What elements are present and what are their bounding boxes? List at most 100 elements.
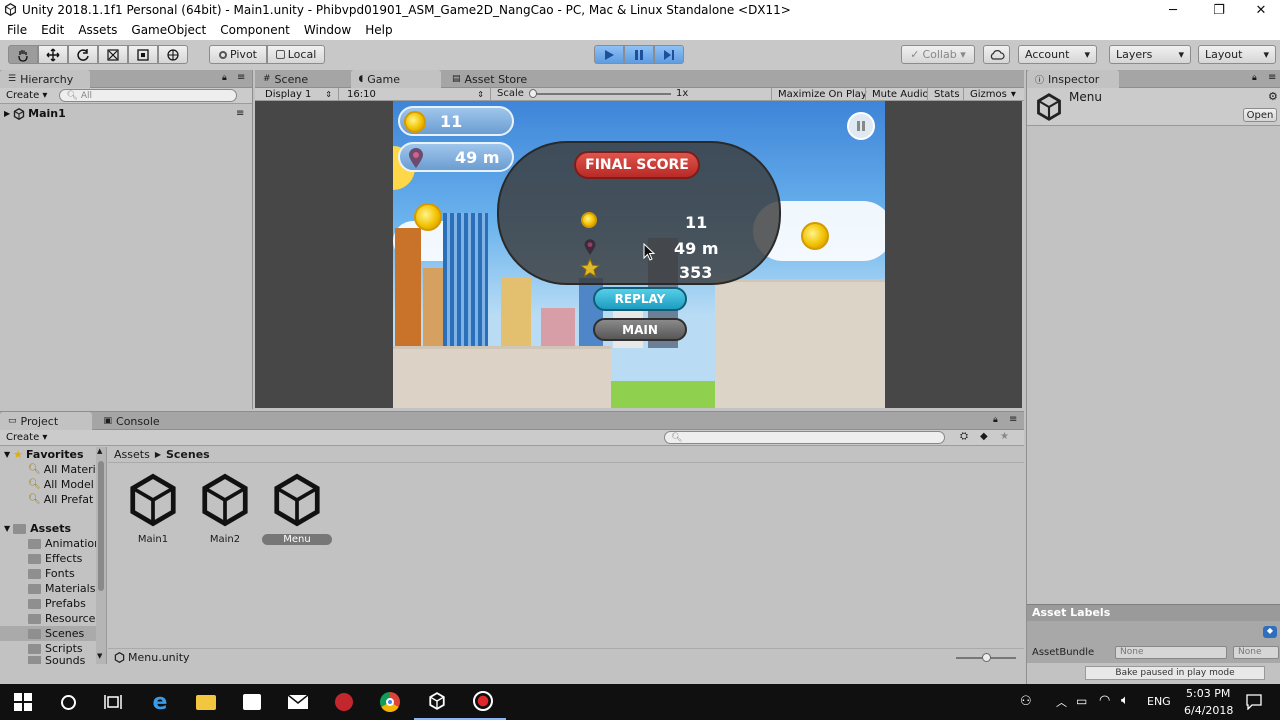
main-button[interactable]: MAIN: [593, 318, 687, 341]
aspect-dropdown[interactable]: 16:10 ⇕: [341, 88, 491, 100]
scrollbar-thumb[interactable]: [98, 461, 104, 591]
folder-row[interactable]: Effects: [0, 551, 106, 566]
pivot-toggle[interactable]: Pivot: [209, 45, 267, 64]
transform-tool-button[interactable]: [158, 45, 188, 64]
folder-row[interactable]: Animation: [0, 536, 106, 551]
rect-tool-button[interactable]: [128, 45, 158, 64]
tab-inspector[interactable]: ⓘ Inspector: [1027, 70, 1119, 88]
store-button[interactable]: [229, 684, 275, 720]
folder-row[interactable]: Materials: [0, 581, 106, 596]
step-button[interactable]: [654, 45, 684, 64]
icon-size-slider-handle[interactable]: [982, 653, 991, 662]
move-tool-button[interactable]: [38, 45, 68, 64]
breadcrumb-assets[interactable]: Assets: [114, 448, 150, 461]
scale-tool-button[interactable]: [98, 45, 128, 64]
clock-date[interactable]: 6/4/2018: [1184, 704, 1233, 717]
panel-menu-icon[interactable]: ≡: [1268, 72, 1276, 83]
folder-row[interactable]: Prefabs: [0, 596, 106, 611]
start-button[interactable]: [0, 684, 46, 720]
file-explorer-button[interactable]: [183, 684, 229, 720]
asset-variant-dropdown[interactable]: None: [1233, 646, 1279, 659]
menu-file[interactable]: File: [7, 23, 27, 37]
folder-row[interactable]: Fonts: [0, 566, 106, 581]
scale-slider-track[interactable]: [531, 93, 671, 95]
favorite-item[interactable]: 🔍︎ All Prefat: [0, 492, 106, 507]
favorites-row[interactable]: ▼ ★ Favorites: [0, 447, 106, 462]
layers-dropdown[interactable]: Layers ▾: [1109, 45, 1191, 64]
chrome-button[interactable]: [367, 684, 413, 720]
tab-asset-store[interactable]: ▤ Asset Store: [444, 70, 544, 88]
folder-row[interactable]: Resource: [0, 611, 106, 626]
gizmos-dropdown[interactable]: Gizmos ▾: [963, 88, 1022, 100]
close-button[interactable]: ✕: [1238, 0, 1280, 20]
lock-icon[interactable]: 🔒︎: [1252, 73, 1257, 83]
tab-scene[interactable]: # Scene: [255, 70, 347, 88]
clock-time[interactable]: 5:03 PM: [1186, 687, 1230, 700]
chevron-up-icon[interactable]: ︿: [1056, 694, 1067, 710]
filter-label-icon[interactable]: ◆: [980, 431, 988, 442]
edge-browser-button[interactable]: e: [137, 684, 183, 720]
play-button[interactable]: [594, 45, 624, 64]
account-dropdown[interactable]: Account ▾: [1018, 45, 1097, 64]
cloud-button[interactable]: [983, 45, 1010, 64]
folder-row[interactable]: Scripts: [0, 641, 106, 656]
asset-item[interactable]: Main1: [118, 472, 188, 545]
unity-taskbar-button[interactable]: [414, 684, 460, 720]
scroll-up-icon[interactable]: ▲: [97, 447, 102, 455]
pause-button[interactable]: [624, 45, 654, 64]
asset-bundle-dropdown[interactable]: None: [1115, 646, 1227, 659]
menu-help[interactable]: Help: [365, 23, 392, 37]
notification-icon[interactable]: [1246, 694, 1262, 710]
game-app-button[interactable]: [321, 684, 367, 720]
stats-toggle[interactable]: Stats: [927, 88, 966, 100]
pause-game-button[interactable]: [847, 112, 875, 140]
asset-item-selected[interactable]: Menu: [262, 472, 332, 545]
favorite-item[interactable]: 🔍︎ All Materi: [0, 462, 106, 477]
breadcrumb-scenes[interactable]: Scenes: [166, 448, 210, 461]
mail-button[interactable]: [275, 684, 321, 720]
hierarchy-search-input[interactable]: 🔍︎ All: [59, 89, 238, 102]
tab-console[interactable]: ▣ Console: [96, 412, 186, 430]
rotate-tool-button[interactable]: [68, 45, 98, 64]
scroll-down-icon[interactable]: ▼: [97, 652, 102, 660]
language-indicator[interactable]: ENG: [1147, 695, 1171, 708]
layout-dropdown[interactable]: Layout ▾: [1198, 45, 1276, 64]
gear-icon[interactable]: ⚙: [1268, 90, 1278, 103]
tab-hierarchy[interactable]: ☰ Hierarchy: [0, 70, 90, 88]
menu-edit[interactable]: Edit: [41, 23, 64, 37]
lock-icon[interactable]: 🔒︎: [993, 415, 998, 425]
mute-audio-toggle[interactable]: Mute Audio: [865, 88, 935, 100]
display-dropdown[interactable]: Display 1 ⇕: [259, 88, 339, 100]
wifi-icon[interactable]: ◠: [1099, 693, 1110, 708]
task-view-button[interactable]: [90, 684, 136, 720]
menu-gameobject[interactable]: GameObject: [131, 23, 206, 37]
game-viewport[interactable]: 11 49 m FINAL SCORE 11 49 m 353 REPLAY M…: [393, 101, 885, 408]
lock-icon[interactable]: 🔒︎: [222, 73, 227, 83]
minimize-button[interactable]: ─: [1150, 0, 1196, 20]
scene-menu-icon[interactable]: ≡: [236, 108, 244, 119]
people-icon[interactable]: ⚇: [1020, 694, 1032, 709]
panel-menu-icon[interactable]: ≡: [1009, 414, 1017, 425]
battery-icon[interactable]: ▭: [1076, 694, 1087, 708]
asset-item[interactable]: Main2: [190, 472, 260, 545]
favorite-item[interactable]: 🔍︎ All Model: [0, 477, 106, 492]
folder-row[interactable]: Sounds: [0, 656, 106, 664]
open-button[interactable]: Open: [1243, 108, 1277, 122]
local-toggle[interactable]: Local: [267, 45, 325, 64]
folder-row-selected[interactable]: Scenes: [0, 626, 106, 641]
cortana-button[interactable]: [45, 684, 91, 720]
scale-slider-handle[interactable]: [529, 89, 537, 98]
menu-assets[interactable]: Assets: [78, 23, 117, 37]
maximize-button[interactable]: ❐: [1196, 0, 1242, 20]
menu-window[interactable]: Window: [304, 23, 351, 37]
project-create-button[interactable]: Create ▾: [0, 431, 53, 445]
maximize-on-play-toggle[interactable]: Maximize On Play: [771, 88, 873, 100]
hierarchy-create-button[interactable]: Create ▾: [0, 89, 53, 103]
hierarchy-scene-row[interactable]: ▶ Main1 ≡: [0, 106, 252, 121]
tab-game[interactable]: ◖ Game: [350, 70, 441, 88]
assets-root-row[interactable]: ▼ Assets: [0, 521, 106, 536]
volume-icon[interactable]: 🔈︎: [1121, 693, 1129, 708]
filter-type-icon[interactable]: ⛭: [960, 431, 968, 442]
tree-scrollbar[interactable]: ▲ ▼: [96, 447, 106, 665]
panel-menu-icon[interactable]: ≡: [237, 72, 245, 83]
